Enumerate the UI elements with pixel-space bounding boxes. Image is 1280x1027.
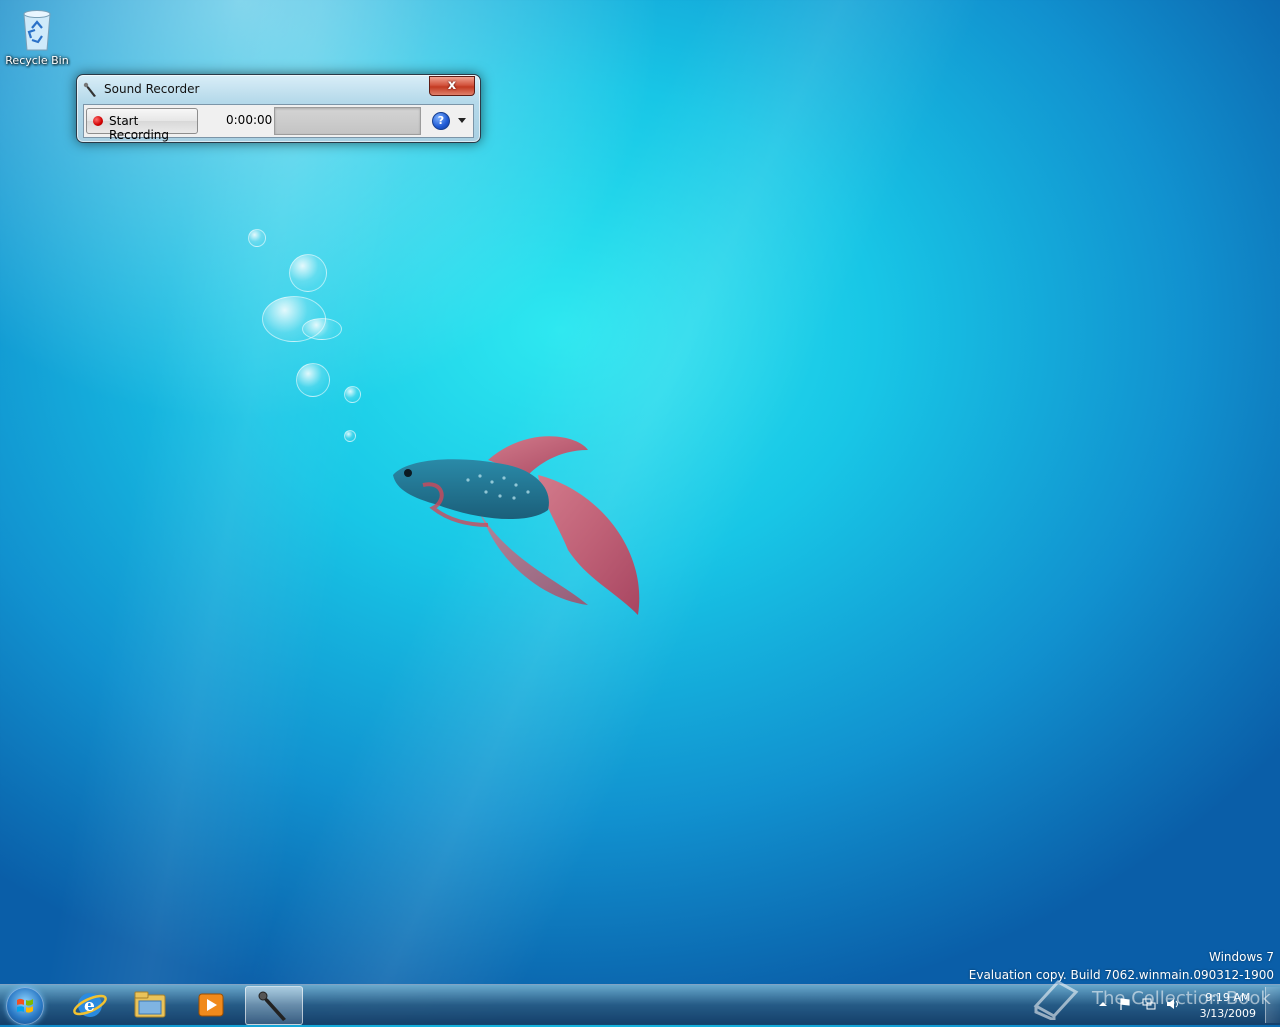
windows-version-text: Windows 7	[1208, 950, 1274, 964]
sound-recorder-window[interactable]: Sound Recorder x Start Recording 0:00:00…	[76, 74, 481, 143]
bubble	[302, 318, 342, 340]
media-player-icon	[198, 993, 224, 1017]
bubble	[248, 229, 266, 247]
elapsed-time: 0:00:00	[226, 113, 273, 127]
microphone-icon	[258, 991, 286, 1021]
svg-text:e: e	[84, 996, 95, 1016]
betta-fish-wallpaper-image	[393, 436, 640, 615]
collection-book-watermark: The Collection Book	[1030, 976, 1271, 1022]
close-button[interactable]: x	[429, 76, 475, 96]
bubble	[296, 363, 330, 397]
ie-icon: e	[73, 993, 107, 1017]
window-title: Sound Recorder	[104, 82, 200, 96]
help-icon[interactable]: ?	[432, 112, 450, 130]
taskbar-item-media-player[interactable]	[183, 986, 239, 1023]
start-recording-button[interactable]: Start Recording	[86, 108, 198, 142]
bubble	[344, 386, 361, 403]
microphone-icon	[83, 82, 99, 98]
bubble	[344, 430, 356, 442]
record-dot-icon	[93, 116, 103, 126]
book-logo-icon	[1033, 980, 1079, 1020]
level-meter	[274, 107, 421, 135]
start-recording-label: Start Recording	[109, 114, 170, 142]
folder-icon	[134, 991, 166, 1018]
bubble	[289, 254, 327, 292]
desktop-icon-recycle-bin[interactable]: Recycle Bin	[4, 6, 70, 67]
recycle-bin-icon	[18, 6, 56, 52]
collection-book-text: The Collection Book	[1092, 988, 1271, 1009]
desktop-icon-label: Recycle Bin	[5, 54, 69, 67]
chevron-down-icon[interactable]	[458, 118, 466, 123]
taskbar-item-internet-explorer[interactable]: e	[62, 986, 118, 1023]
windows-logo-icon	[17, 998, 33, 1013]
taskbar-item-sound-recorder[interactable]	[245, 986, 303, 1025]
recorder-toolbar: Start Recording 0:00:00 ?	[83, 104, 474, 142]
taskbar-item-windows-explorer[interactable]	[122, 986, 178, 1023]
start-button[interactable]	[6, 987, 44, 1025]
